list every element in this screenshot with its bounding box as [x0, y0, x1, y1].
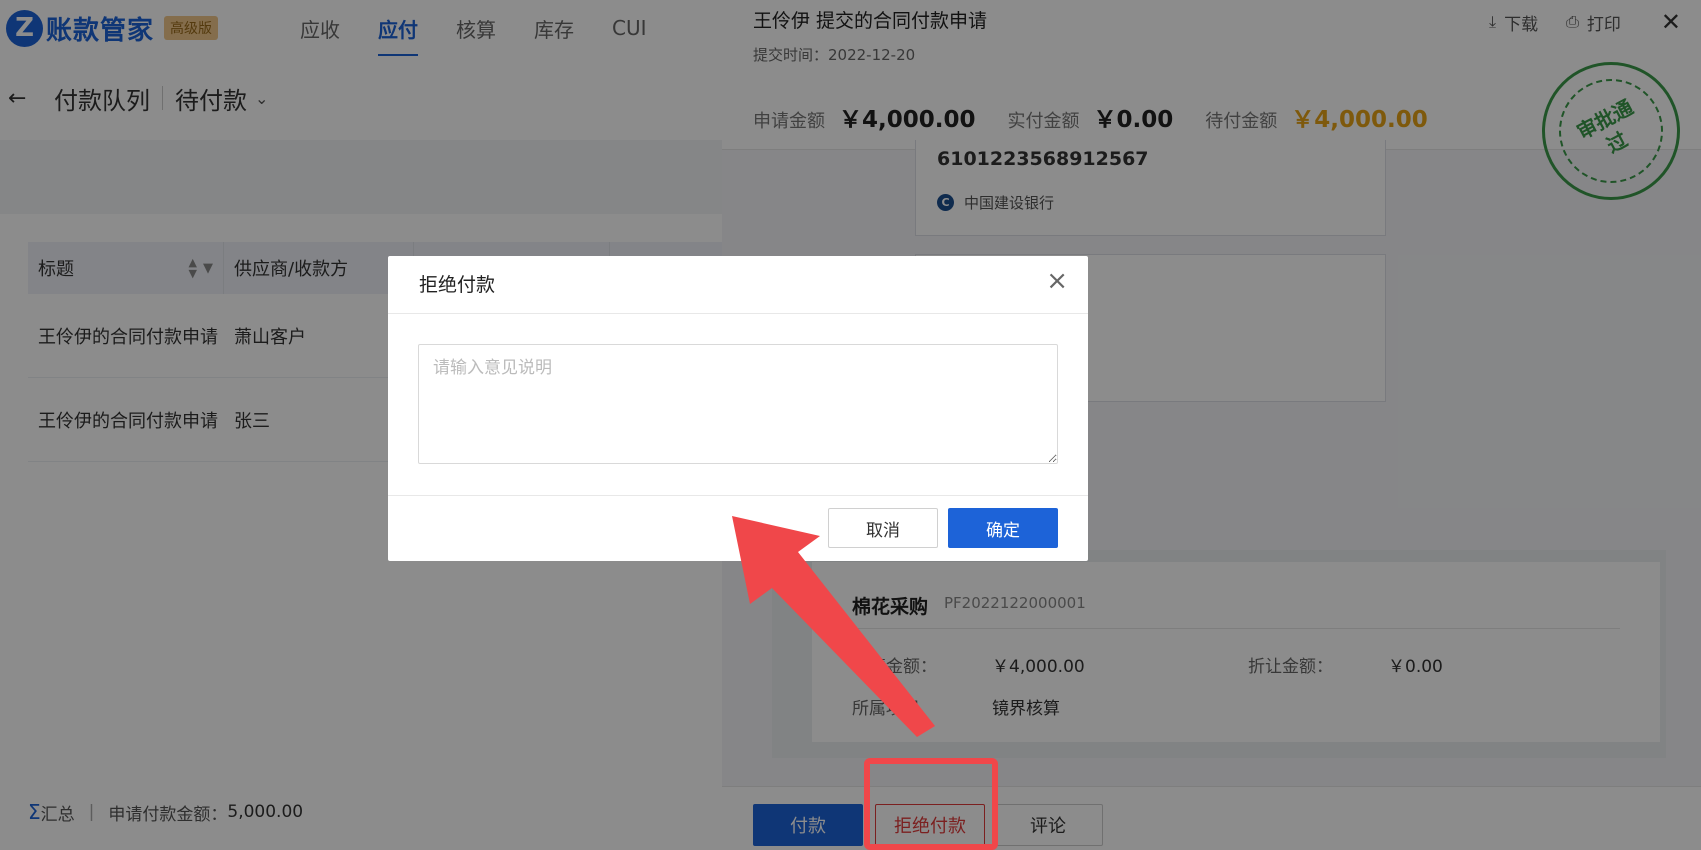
- close-icon[interactable]: ×: [1046, 266, 1068, 296]
- cancel-button[interactable]: 取消: [828, 508, 938, 548]
- dialog-title: 拒绝付款: [419, 274, 496, 296]
- confirm-button[interactable]: 确定: [948, 508, 1058, 548]
- dialog-divider: [388, 313, 1088, 314]
- dialog-divider: [388, 495, 1088, 496]
- reject-payment-dialog: 拒绝付款 × 取消 确定: [388, 256, 1088, 561]
- annotation-highlight-box: [864, 758, 998, 850]
- reject-reason-input[interactable]: [418, 344, 1058, 464]
